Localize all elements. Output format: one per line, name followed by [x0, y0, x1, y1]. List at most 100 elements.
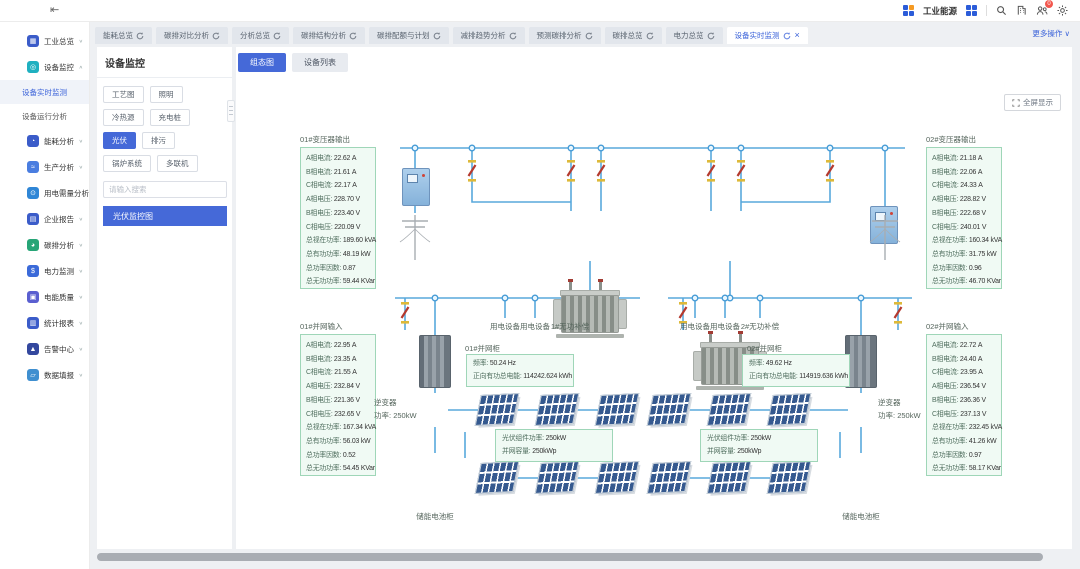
- pv-array[interactable]: [595, 461, 640, 494]
- scrollbar-thumb[interactable]: [97, 553, 1043, 561]
- grid-cabinet1-device[interactable]: [419, 335, 451, 388]
- panel-resize-handle[interactable]: [227, 100, 235, 122]
- sidebar-item-label: 数据填报: [44, 370, 74, 381]
- sidebar-item[interactable]: 设备运行分析: [0, 104, 89, 128]
- fullscreen-button[interactable]: 全屏显示: [1004, 94, 1061, 111]
- tab-refresh-icon[interactable]: [707, 32, 715, 40]
- device-type-button[interactable]: 光伏: [103, 132, 136, 149]
- device-type-button[interactable]: 排污: [142, 132, 175, 149]
- sidebar-item-icon: ▦: [27, 35, 39, 47]
- workspace-tab[interactable]: 碳排总览: [605, 27, 662, 44]
- workspace-tab[interactable]: 分析总览: [232, 27, 289, 44]
- chevron-icon: ∨: [79, 164, 83, 169]
- sidebar-collapse-icon[interactable]: ⇤: [50, 5, 59, 16]
- device-list-button[interactable]: 设备列表: [292, 53, 348, 72]
- sidebar-item-label: 电能质量: [44, 292, 74, 303]
- grid1-input-title: 01#并网输入: [300, 321, 343, 332]
- config-view-button[interactable]: 组态图: [238, 53, 286, 72]
- sidebar-item[interactable]: ▲ 告警中心 ∨: [0, 336, 89, 362]
- pv-array[interactable]: [707, 393, 752, 426]
- app-switcher-icon[interactable]: [966, 5, 977, 16]
- workspace-tab[interactable]: 预测碳排分析: [529, 27, 601, 44]
- workspace-tab[interactable]: 减排趋势分析: [453, 27, 525, 44]
- tab-refresh-icon[interactable]: [433, 32, 441, 40]
- sidebar-item[interactable]: ⊙ 用电需量分析: [0, 180, 89, 206]
- sidebar-item[interactable]: ▣ 电能质量 ∨: [0, 284, 89, 310]
- battery1-label: 储能电池柜: [416, 511, 454, 522]
- device-type-button[interactable]: 锅炉系统: [103, 155, 151, 172]
- sidebar-item[interactable]: $ 电力监测 ∨: [0, 258, 89, 284]
- data-row: C相电流: 22.17 A: [306, 179, 375, 193]
- chevron-icon: ∨: [79, 242, 83, 247]
- pv-array[interactable]: [535, 393, 580, 426]
- workspace-tab[interactable]: 设备实时监测 ×: [727, 27, 808, 44]
- sidebar-item[interactable]: ▱ 数据填报 ∨: [0, 362, 89, 388]
- pv-array[interactable]: [647, 461, 692, 494]
- load-label: 用电设备: [710, 321, 740, 332]
- view-list-item[interactable]: 光伏监控图: [103, 206, 227, 226]
- sidebar-item-label: 生产分析: [44, 162, 74, 173]
- workspace-tab[interactable]: 电力总览: [666, 27, 723, 44]
- pv-array[interactable]: [475, 393, 520, 426]
- device-type-button[interactable]: 冷热源: [103, 109, 144, 126]
- data-row: 光伏组件功率: 250kW: [502, 433, 606, 446]
- data-row: 总有功功率: 48.19 kW: [306, 248, 375, 262]
- utility-pole-left: [396, 212, 434, 262]
- brand-name: 工业能源: [923, 5, 957, 17]
- tab-refresh-icon[interactable]: [646, 32, 654, 40]
- tab-refresh-icon[interactable]: [509, 32, 517, 40]
- sidebar-item[interactable]: 设备实时监测: [0, 80, 89, 104]
- sidebar-item[interactable]: ▦ 工业总览 ∨: [0, 28, 89, 54]
- pv-array[interactable]: [475, 461, 520, 494]
- tab-label: 碳排总览: [613, 30, 643, 41]
- tab-refresh-icon[interactable]: [273, 32, 281, 40]
- workspace-tab[interactable]: 碳排结构分析: [293, 27, 365, 44]
- organization-icon[interactable]: [1016, 5, 1027, 16]
- workspace-tab[interactable]: 碳排对比分析: [156, 27, 228, 44]
- data-row: A相电流: 22.72 A: [932, 339, 1001, 353]
- settings-gear-icon[interactable]: [1057, 5, 1068, 16]
- main-area: 能耗总览 碳排对比分析 分析总览: [90, 22, 1080, 569]
- tab-strip: 能耗总览 碳排对比分析 分析总览: [95, 27, 808, 44]
- pv-array[interactable]: [647, 393, 692, 426]
- tab-refresh-icon[interactable]: [585, 32, 593, 40]
- tab-refresh-icon[interactable]: [212, 32, 220, 40]
- device-type-button[interactable]: 照明: [150, 86, 183, 103]
- tab-refresh-icon[interactable]: [783, 32, 791, 40]
- data-row: 总无功功率: 54.45 KVar: [306, 462, 375, 476]
- sidebar-item[interactable]: ◔ 能耗分析 ∨: [0, 128, 89, 154]
- search-icon[interactable]: [996, 5, 1007, 16]
- sidebar-item[interactable]: ◕ 碳排分析 ∨: [0, 232, 89, 258]
- device-search-input[interactable]: [103, 181, 227, 198]
- users-icon[interactable]: 0: [1036, 5, 1048, 16]
- sidebar-item-icon: ▤: [27, 213, 39, 225]
- pv-array[interactable]: [767, 393, 812, 426]
- sidebar-item[interactable]: ▥ 统计报表 ∨: [0, 310, 89, 336]
- sidebar-item[interactable]: ▤ 企业报告 ∨: [0, 206, 89, 232]
- device-type-button[interactable]: 充电桩: [150, 109, 191, 126]
- sidebar-item[interactable]: ◎ 设备监控 ∧: [0, 54, 89, 80]
- pv-array[interactable]: [707, 461, 752, 494]
- cabinet2-info-box: 频率: 49.62 Hz正向有功总电能: 114919.636 kWh: [742, 354, 850, 387]
- data-row: 光伏组件功率: 250kW: [707, 433, 811, 446]
- workspace-tab[interactable]: 能耗总览: [95, 27, 152, 44]
- device-type-button[interactable]: 工艺图: [103, 86, 144, 103]
- pv-array[interactable]: [767, 461, 812, 494]
- device-type-button[interactable]: 多联机: [157, 155, 198, 172]
- workspace-tab[interactable]: 碳排配额与计划: [369, 27, 449, 44]
- device-monitor-panel: 设备监控 工艺图 照明 冷热源 充电桩: [97, 47, 232, 549]
- app-window: ⇤ 工业能源 0 ▦: [0, 0, 1080, 569]
- pv-array[interactable]: [595, 393, 640, 426]
- more-actions-link[interactable]: 更多操作 ∨: [1032, 28, 1070, 39]
- metering-cabinet-left[interactable]: [402, 168, 430, 206]
- tab-refresh-icon[interactable]: [136, 32, 144, 40]
- sidebar-item[interactable]: ≈ 生产分析 ∨: [0, 154, 89, 180]
- utility-pole-right: [866, 212, 904, 262]
- tab-close-icon[interactable]: ×: [795, 31, 800, 40]
- sidebar-nav: ▦ 工业总览 ∨ ◎ 设备监控 ∧ 设备实时监测: [0, 22, 90, 569]
- pv-array[interactable]: [535, 461, 580, 494]
- tab-refresh-icon[interactable]: [349, 32, 357, 40]
- pv-array1-info-box: 光伏组件功率: 250kW并网容量: 250kWp: [495, 429, 613, 462]
- horizontal-scrollbar[interactable]: [97, 551, 1072, 563]
- data-row: C相电流: 21.55 A: [306, 366, 375, 380]
